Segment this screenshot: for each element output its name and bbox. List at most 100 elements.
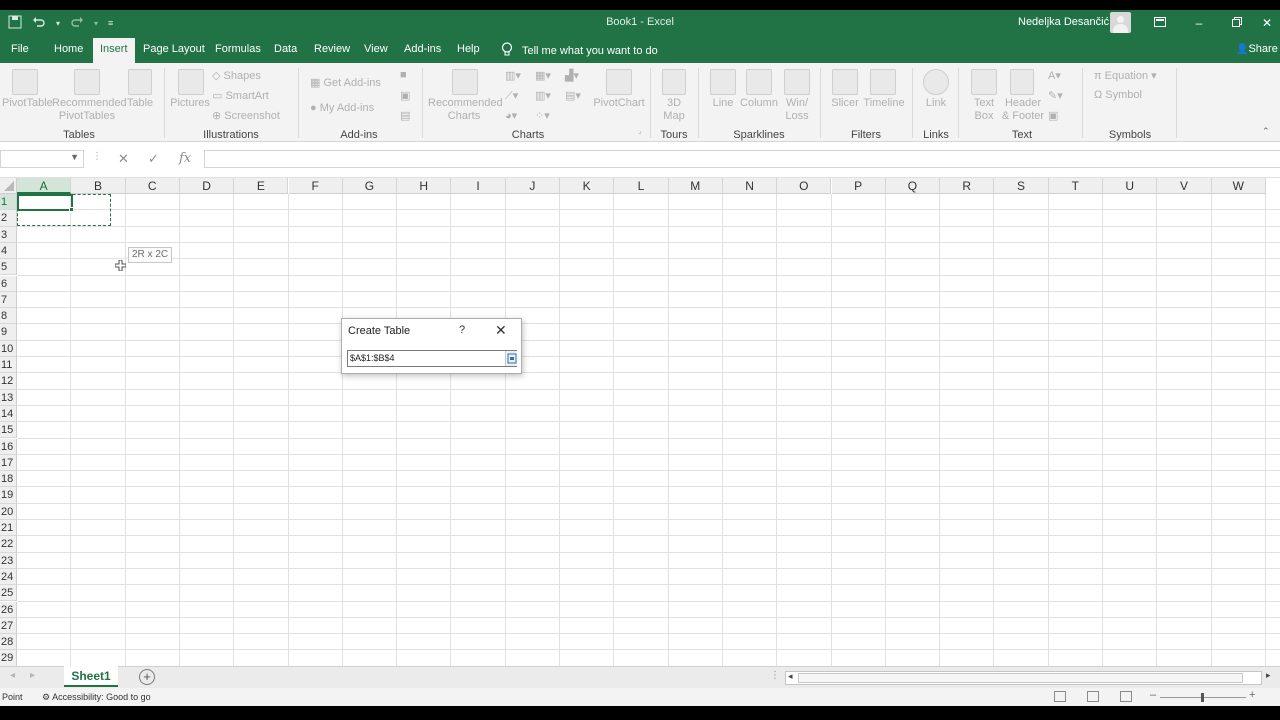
zoom-slider-thumb[interactable] (1201, 693, 1204, 702)
column-header[interactable]: W (1211, 178, 1266, 194)
column-header[interactable]: N (722, 178, 778, 194)
3d-map-button[interactable]: 3D Map (656, 97, 692, 123)
text-box-button[interactable]: Text Box (968, 97, 1000, 123)
zoom-out-icon[interactable]: – (1150, 689, 1156, 701)
row-header[interactable]: 19 (0, 487, 17, 504)
ribbon-display-options-icon[interactable] (1151, 14, 1169, 32)
column-header[interactable]: F (288, 178, 343, 194)
tab-home[interactable]: Home (54, 43, 83, 55)
shapes-button[interactable]: ◇ Shapes (212, 69, 261, 82)
pivotchart-button[interactable]: PivotChart (592, 97, 646, 110)
tab-page-layout[interactable]: Page Layout (143, 43, 205, 55)
column-header[interactable]: L (614, 178, 669, 194)
column-header[interactable]: B (71, 178, 126, 194)
hierarchy-chart-icon[interactable]: ▦▾ (535, 69, 551, 82)
header-footer-button[interactable]: Header & Footer (1000, 97, 1046, 123)
wordart-icon[interactable]: A▾ (1048, 69, 1061, 82)
row-header[interactable]: 7 (0, 291, 17, 309)
splitter-grip-icon[interactable]: ⋮ (770, 670, 780, 681)
column-header[interactable]: O (777, 178, 832, 194)
pie-chart-icon[interactable]: ◕▾ (505, 109, 517, 122)
row-header[interactable]: 11 (0, 357, 17, 374)
sparkline-column-button[interactable]: Column (738, 97, 780, 110)
column-header[interactable]: D (179, 178, 235, 194)
row-header[interactable]: 8 (0, 308, 17, 325)
screenshot-button[interactable]: ⊕ Screenshot (212, 109, 280, 122)
scrollbar-thumb[interactable] (798, 673, 1243, 683)
sparkline-winloss-button[interactable]: Win/Loss (780, 97, 814, 123)
line-chart-icon[interactable]: ⟋▾ (505, 89, 518, 103)
bing-maps-icon[interactable]: ■ (400, 69, 407, 81)
visio-data-icon[interactable]: ▤ (400, 109, 410, 122)
tab-file[interactable]: File (11, 43, 29, 55)
tab-help[interactable]: Help (457, 43, 480, 55)
accessibility-status[interactable]: ⚙ Accessibility: Good to go (42, 692, 151, 703)
horizontal-scrollbar[interactable]: ◂ (785, 671, 1262, 685)
column-header[interactable]: J (505, 178, 560, 194)
row-header[interactable]: 9 (0, 324, 17, 341)
column-header[interactable]: Q (885, 178, 941, 194)
row-header[interactable]: 2 (0, 210, 17, 227)
row-header[interactable]: 21 (0, 520, 17, 537)
tab-add-ins[interactable]: Add-ins (404, 43, 441, 55)
fill-handle[interactable] (69, 207, 74, 212)
expand-dialog-icon[interactable] (505, 351, 517, 366)
tell-me-search[interactable]: Tell me what you want to do (501, 42, 658, 60)
row-header[interactable]: 27 (0, 617, 17, 635)
row-header[interactable]: 26 (0, 601, 17, 618)
row-header[interactable]: 24 (0, 568, 17, 586)
timeline-button[interactable]: Timeline (862, 97, 906, 110)
create-table-dialog[interactable]: Create Table ? ✕ $A$1:$B$4 (341, 318, 522, 374)
worksheet-grid[interactable]: A B C D E F G H I J K L M N O P Q R S T U V W 1 2 3 4 5 6 7 8 9 10 11 12 13… (0, 178, 1280, 666)
scroll-sheets-right-icon[interactable]: ▸ (30, 670, 35, 681)
column-header[interactable]: T (1048, 178, 1103, 194)
recommended-pivottables-button[interactable]: Recommended PivotTables (52, 97, 127, 123)
restore-icon[interactable] (1228, 14, 1246, 32)
scatter-chart-icon[interactable]: ⁘▾ (535, 109, 550, 122)
tab-review[interactable]: Review (314, 43, 350, 55)
object-icon[interactable]: ▣ (1048, 109, 1058, 122)
column-header[interactable]: H (397, 178, 452, 194)
chevron-down-icon[interactable]: ▼ (70, 152, 79, 162)
row-header[interactable]: 6 (0, 275, 17, 292)
minimize-icon[interactable]: – (1190, 14, 1208, 32)
name-box[interactable]: ▼ (0, 150, 84, 168)
pivottable-button[interactable]: PivotTable (2, 97, 53, 110)
waterfall-chart-icon[interactable]: ▟▾ (565, 69, 579, 82)
charts-dialog-launcher-icon[interactable]: ⌟ (638, 126, 642, 135)
column-header[interactable]: V (1157, 178, 1212, 194)
people-graph-icon[interactable]: ▣ (400, 89, 410, 102)
column-header[interactable]: I (451, 178, 506, 194)
avatar[interactable] (1110, 12, 1131, 33)
row-header[interactable]: 4 (0, 242, 17, 260)
scroll-left-icon[interactable]: ◂ (788, 671, 793, 682)
row-header[interactable]: 15 (0, 422, 17, 439)
column-header[interactable]: G (342, 178, 398, 194)
pictures-button[interactable]: Pictures (170, 97, 210, 110)
formula-bar-grip-icon[interactable]: ⋮ (92, 151, 102, 162)
tab-data[interactable]: Data (274, 43, 297, 55)
statistic-chart-icon[interactable]: ▥▾ (535, 89, 551, 102)
row-header[interactable]: 20 (0, 503, 17, 520)
formula-input[interactable] (204, 150, 1280, 168)
close-icon[interactable]: ✕ (495, 322, 507, 339)
scroll-sheets-left-icon[interactable]: ◂ (10, 670, 15, 681)
my-add-ins-button[interactable]: ● My Add-ins (310, 102, 374, 114)
select-all-corner[interactable] (0, 178, 17, 194)
sheet-tab[interactable]: Sheet1 (64, 666, 118, 687)
link-button[interactable]: Link (920, 97, 952, 110)
help-button[interactable]: ? (459, 324, 465, 336)
table-range-input[interactable]: $A$1:$B$4 (347, 350, 517, 367)
active-cell[interactable] (17, 194, 73, 211)
row-header[interactable]: 29 (0, 650, 17, 666)
row-header[interactable]: 1 (0, 194, 17, 211)
column-chart-icon[interactable]: ▥▾ (505, 69, 521, 82)
row-header[interactable]: 10 (0, 340, 17, 357)
get-add-ins-button[interactable]: ▦ Get Add-ins (310, 76, 381, 89)
enter-icon[interactable]: ✓ (148, 151, 159, 167)
column-header[interactable]: M (668, 178, 723, 194)
zoom-in-icon[interactable]: + (1249, 689, 1255, 701)
page-break-view-icon[interactable] (1120, 691, 1132, 702)
recommended-charts-button[interactable]: Recommended Charts (428, 97, 503, 123)
row-header[interactable]: 16 (0, 438, 17, 455)
